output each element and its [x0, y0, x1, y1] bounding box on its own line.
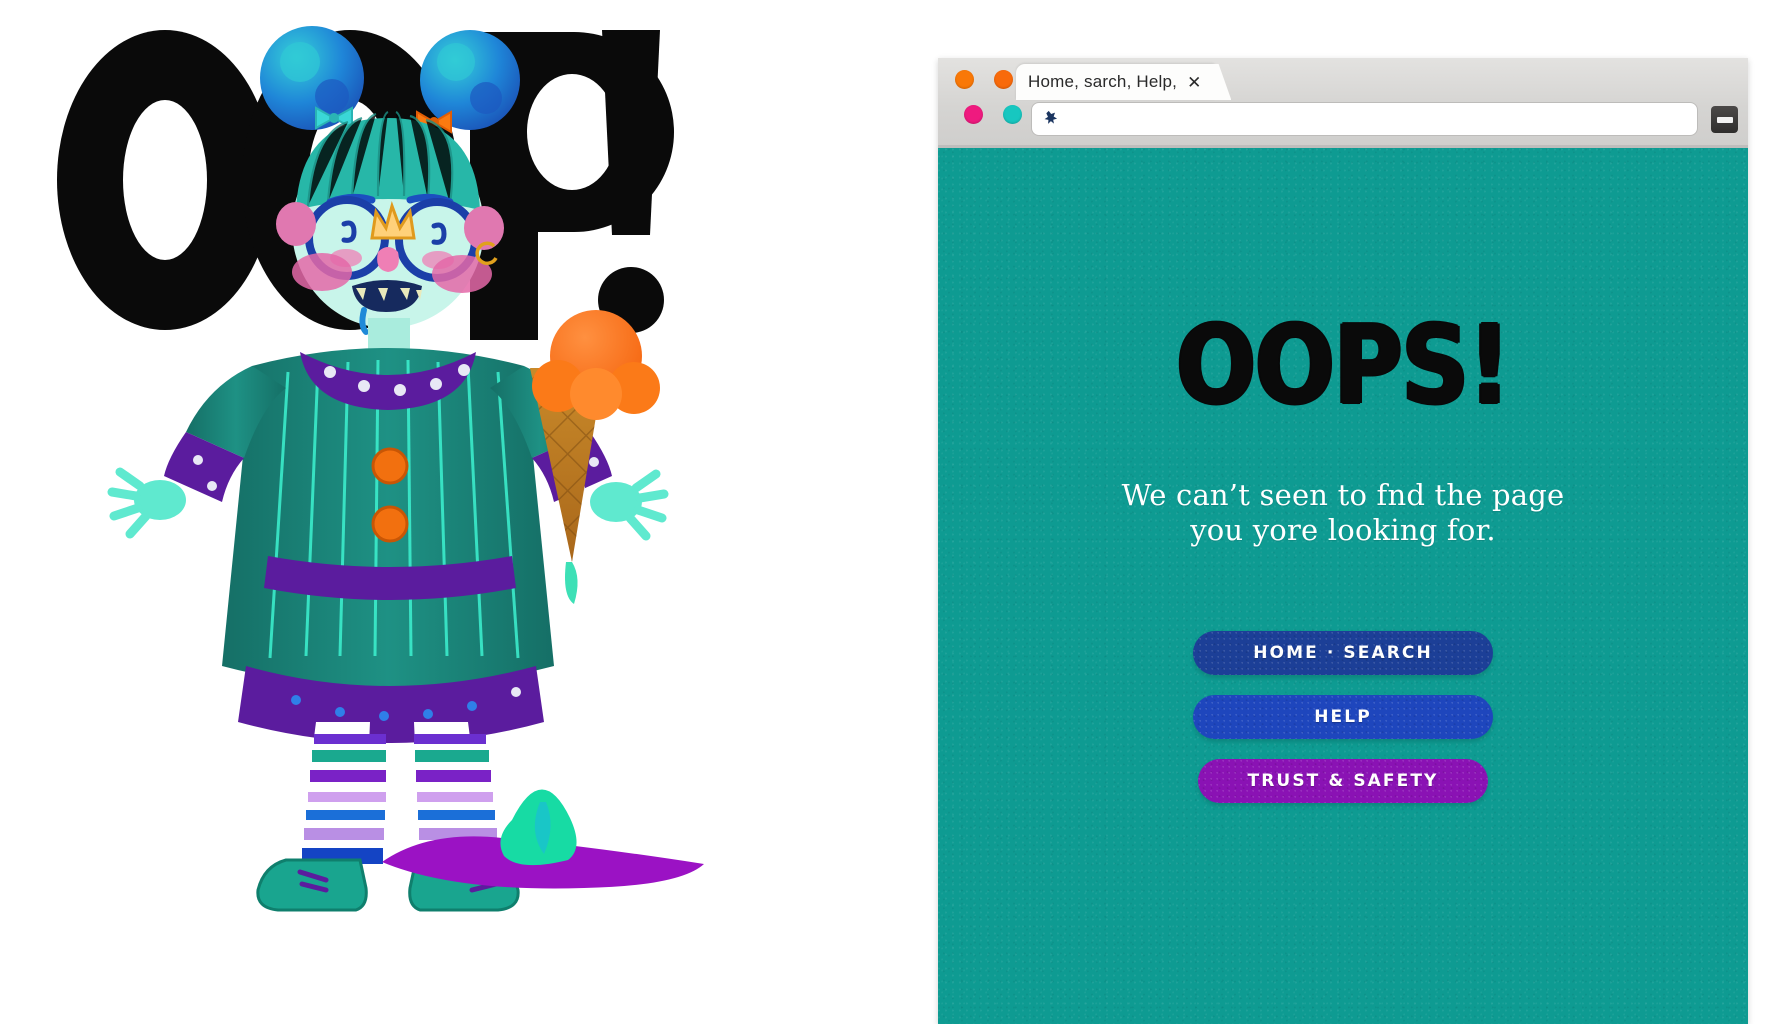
hand-left	[107, 467, 186, 539]
error-message: We can’t seen to fnd the page you yore l…	[938, 478, 1748, 549]
browser-chrome: Home, sarch, Help, ✕	[938, 58, 1748, 148]
window-dot-cyan[interactable]	[1003, 105, 1022, 124]
help-button[interactable]: HELP	[1193, 694, 1493, 739]
browser-tab[interactable]: Home, sarch, Help, ✕	[1016, 64, 1216, 100]
puzzle-piece-icon	[1044, 110, 1058, 124]
screenshot-root: Home, sarch, Help, ✕ OOPS! We can’t seen…	[0, 0, 1792, 1024]
trust-safety-button[interactable]: TRUST & SAFETY	[1198, 758, 1488, 803]
minimize-button[interactable]	[1711, 106, 1738, 133]
error-message-line-2: you yore looking for.	[1190, 513, 1496, 548]
illustration-panel	[0, 0, 940, 1024]
shoe-left	[256, 858, 368, 912]
page-viewport: OOPS! We can’t seen to fnd the page you …	[938, 148, 1748, 1024]
ear-left	[276, 202, 316, 246]
window-dot-pink[interactable]	[964, 105, 983, 124]
dress-button-bottom	[371, 505, 409, 543]
ice-cream-drip	[565, 562, 578, 604]
window-dot-orange-1[interactable]	[955, 70, 974, 89]
action-buttons: HOME · SEARCH HELP TRUST & SAFETY	[938, 630, 1748, 803]
browser-window: Home, sarch, Help, ✕ OOPS! We can’t seen…	[938, 58, 1748, 1024]
nose	[377, 247, 399, 272]
home-search-button[interactable]: HOME · SEARCH	[1193, 630, 1493, 675]
error-message-line-1: We can’t seen to fnd the page	[1121, 478, 1565, 512]
hair-bun-right	[420, 30, 520, 130]
dress-button-top	[371, 447, 409, 485]
close-icon[interactable]: ✕	[1187, 74, 1201, 91]
page-title: OOPS!	[1176, 302, 1511, 429]
minimize-icon	[1716, 116, 1733, 123]
browser-tab-title: Home, sarch, Help,	[1028, 72, 1178, 91]
oops-character-illustration	[57, 26, 704, 912]
hand-right	[590, 469, 669, 541]
address-bar[interactable]	[1031, 102, 1698, 136]
leg-left	[298, 722, 386, 864]
cheek-left	[292, 253, 352, 291]
window-dot-orange-2[interactable]	[994, 70, 1013, 89]
address-input[interactable]	[1062, 110, 1697, 128]
